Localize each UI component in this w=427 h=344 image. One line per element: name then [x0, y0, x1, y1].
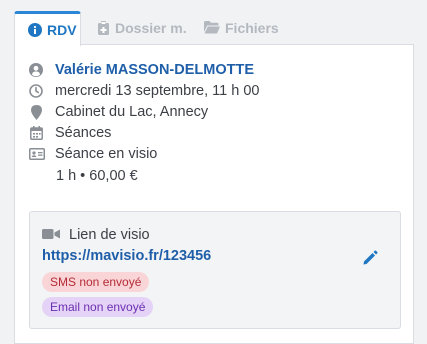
patient-name[interactable]: Valérie MASSON-DELMOTTE	[55, 62, 254, 78]
pencil-edit-icon[interactable]	[361, 249, 379, 267]
clipboard-icon	[96, 20, 110, 35]
appointment-category: Séances	[55, 125, 112, 141]
user-circle-icon	[29, 63, 43, 77]
visio-label: Lien de visio	[69, 227, 150, 243]
info-circle-icon	[28, 23, 42, 37]
appointment-datetime: mercredi 13 septembre, 11 h 00	[55, 83, 260, 99]
datetime-row: mercredi 13 septembre, 11 h 00	[29, 83, 259, 99]
tab-dossier[interactable]: Dossier m.	[96, 11, 187, 44]
tab-bar: RDV Dossier m. Fichiers	[14, 11, 414, 46]
id-card-icon	[29, 147, 45, 161]
patient-row: Valérie MASSON-DELMOTTE	[29, 62, 254, 78]
category-row: Séances	[29, 125, 111, 141]
calendar-icon	[29, 126, 43, 140]
tab-rdv-label: RDV	[47, 22, 77, 38]
appointment-panel: Valérie MASSON-DELMOTTE mercredi 13 sept…	[14, 44, 414, 344]
email-status-badge: Email non envoyé	[42, 297, 154, 317]
service-row: Séance en visio	[29, 146, 157, 162]
visio-link[interactable]: https://mavisio.fr/123456	[42, 248, 211, 264]
visio-box: Lien de visio https://mavisio.fr/123456 …	[29, 211, 401, 329]
location-row: Cabinet du Lac, Annecy	[29, 104, 208, 120]
sms-status-badge: SMS non envoyé	[42, 272, 150, 292]
tab-rdv[interactable]: RDV	[14, 11, 81, 46]
tab-dossier-label: Dossier m.	[115, 19, 187, 36]
folder-icon	[204, 21, 220, 35]
tab-fichiers-label: Fichiers	[225, 19, 279, 36]
tab-fichiers[interactable]: Fichiers	[204, 11, 279, 44]
appointment-service: Séance en visio	[55, 146, 158, 162]
clock-icon	[29, 84, 43, 98]
appointment-location: Cabinet du Lac, Annecy	[55, 104, 209, 120]
video-camera-icon	[42, 228, 60, 242]
duration-price: 1 h • 60,00 €	[56, 168, 138, 184]
map-marker-icon	[29, 104, 43, 120]
visio-header: Lien de visio	[42, 227, 150, 243]
